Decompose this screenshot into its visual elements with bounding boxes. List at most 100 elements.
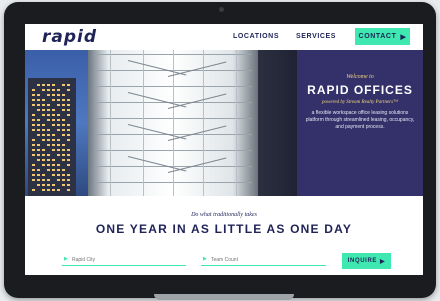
building-window <box>42 159 45 161</box>
building-window <box>37 144 40 146</box>
building-window <box>37 104 40 106</box>
building-window <box>47 84 50 86</box>
building-window <box>42 139 45 141</box>
monitor-chin <box>154 294 294 300</box>
nav-link-locations[interactable]: LOCATIONS <box>233 33 279 40</box>
camera-icon <box>219 7 224 12</box>
building-window <box>52 139 55 141</box>
building-window <box>57 89 60 91</box>
city-field[interactable]: ▶ <box>62 256 186 266</box>
building-window <box>47 159 50 161</box>
building-window <box>47 164 50 166</box>
building-window <box>52 99 55 101</box>
building-window <box>62 184 65 186</box>
building-window <box>67 154 70 156</box>
building-window <box>37 149 40 151</box>
team-count-input[interactable] <box>211 256 319 264</box>
tower-column-line <box>143 50 144 196</box>
building-window <box>37 134 40 136</box>
inquire-button[interactable]: INQUIRE ▶ <box>342 253 391 269</box>
building-window <box>62 149 65 151</box>
building-window <box>62 109 65 111</box>
building-window <box>57 139 60 141</box>
building-window <box>62 129 65 131</box>
building-window <box>32 179 35 181</box>
building-window <box>42 104 45 106</box>
building-window <box>57 124 60 126</box>
building-window <box>52 189 55 191</box>
building-window <box>47 104 50 106</box>
building-window <box>47 109 50 111</box>
contact-button[interactable]: CONTACT ▶ <box>355 28 410 45</box>
brand-logo[interactable]: rapid <box>42 27 97 47</box>
tower-column-line <box>110 50 111 196</box>
building-window <box>47 114 50 116</box>
building-window <box>42 124 45 126</box>
building-window <box>52 134 55 136</box>
building-window <box>62 119 65 121</box>
browser-viewport: rapid LOCATIONS SERVICES CONTACT ▶ Welco… <box>25 24 423 275</box>
building-window <box>67 134 70 136</box>
building-window <box>62 124 65 126</box>
building-window <box>32 149 35 151</box>
arrow-right-icon: ▶ <box>379 258 386 265</box>
building-window <box>62 179 65 181</box>
building-window <box>47 129 50 131</box>
building-window <box>52 149 55 151</box>
building-window <box>32 99 35 101</box>
building-window <box>47 139 50 141</box>
chevron-right-icon: ▶ <box>203 256 207 262</box>
building-window <box>47 119 50 121</box>
tagline-small: Do what traditionally takes <box>191 212 257 218</box>
building-window <box>67 184 70 186</box>
hero-panel: Welcome to RAPID OFFICES powered by Stre… <box>297 50 423 196</box>
nav-link-services[interactable]: SERVICES <box>296 33 336 40</box>
building-window <box>42 134 45 136</box>
building-window <box>52 164 55 166</box>
building-window <box>52 94 55 96</box>
building-window <box>37 174 40 176</box>
building-window <box>57 104 60 106</box>
building-window <box>37 99 40 101</box>
building-window <box>47 144 50 146</box>
building-window <box>37 84 40 86</box>
building-window <box>32 104 35 106</box>
tagline-headline: ONE YEAR IN AS LITTLE AS ONE DAY <box>95 222 353 236</box>
building-window <box>42 189 45 191</box>
building-window <box>42 174 45 176</box>
building-window <box>47 184 50 186</box>
tower-column-line <box>203 50 204 196</box>
building-window <box>67 179 70 181</box>
building-window <box>37 154 40 156</box>
city-input[interactable] <box>72 256 180 264</box>
building-window <box>47 134 50 136</box>
team-count-field[interactable]: ▶ <box>201 256 326 266</box>
building-window <box>42 99 45 101</box>
building-window <box>37 109 40 111</box>
building-window <box>32 119 35 121</box>
building-window <box>67 159 70 161</box>
monitor-frame: rapid LOCATIONS SERVICES CONTACT ▶ Welco… <box>4 2 436 300</box>
top-nav: rapid LOCATIONS SERVICES CONTACT ▶ <box>25 24 423 50</box>
building-window <box>67 104 70 106</box>
building-window <box>57 119 60 121</box>
building-window <box>32 189 35 191</box>
contact-button-label: CONTACT <box>358 33 397 40</box>
building-window <box>37 179 40 181</box>
building-window <box>67 109 70 111</box>
building-window <box>52 109 55 111</box>
building-window <box>42 114 45 116</box>
building-window <box>47 89 50 91</box>
building-window <box>42 154 45 156</box>
building-window <box>57 149 60 151</box>
building-window <box>62 104 65 106</box>
building-window <box>42 89 45 91</box>
building-window <box>57 144 60 146</box>
building-window <box>67 129 70 131</box>
building-window <box>67 189 70 191</box>
building-window <box>32 89 35 91</box>
building-window <box>37 129 40 131</box>
building-window <box>57 189 60 191</box>
building-window <box>32 164 35 166</box>
building-window <box>32 114 35 116</box>
